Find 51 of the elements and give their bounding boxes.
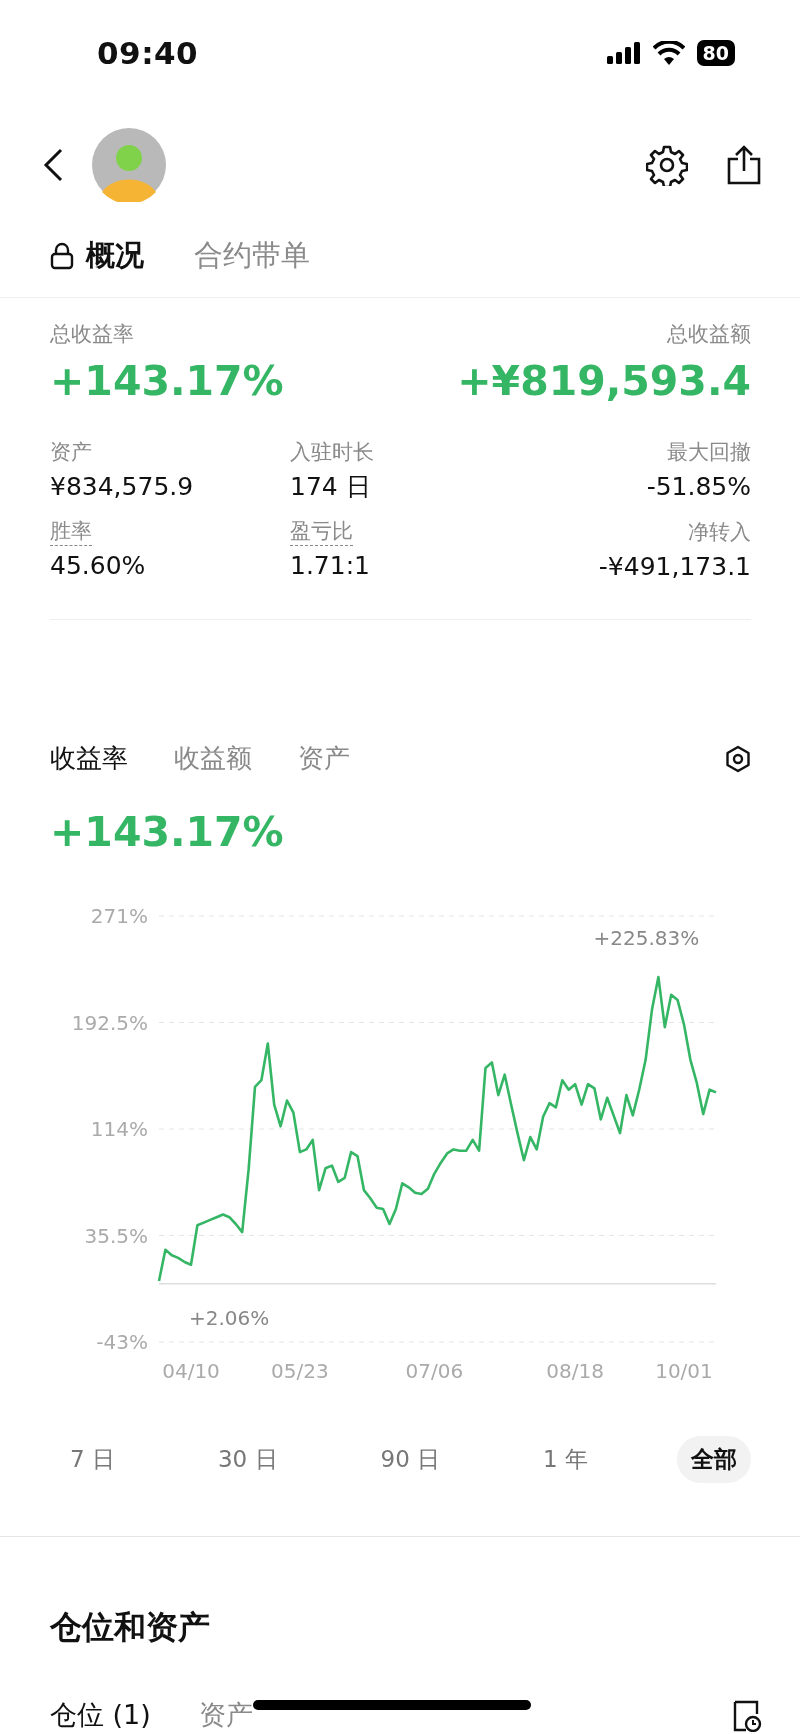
stat-label: 净转入 [688, 519, 751, 546]
stat-label[interactable]: 胜率 [50, 517, 92, 546]
calendar-clock-icon[interactable] [732, 1698, 762, 1732]
period-option[interactable]: 90 日 [366, 1436, 455, 1483]
stat-value: ¥834,575.9 [50, 471, 195, 503]
period-option[interactable]: 30 日 [203, 1436, 292, 1483]
total-return-rate: +143.17% [50, 356, 284, 407]
axis-label: 192.5% [71, 1010, 148, 1035]
tab[interactable]: 概况 [50, 236, 144, 276]
stat-value: -51.85% [645, 471, 751, 503]
settings-icon[interactable] [725, 744, 751, 773]
stat-label: 资产 [50, 439, 92, 466]
chart-tab[interactable]: 资产 [298, 741, 350, 776]
signal-icon [606, 41, 641, 64]
stat-value: -¥491,173.1 [598, 551, 751, 583]
stat-label: 总收益额 [666, 321, 751, 348]
chart-annotation: +225.83% [593, 926, 700, 951]
chart-tab[interactable]: 收益率 [50, 741, 128, 776]
back-icon[interactable] [42, 148, 64, 182]
axis-label: -43% [96, 1330, 148, 1354]
status-time: 09:40 [97, 34, 199, 71]
period-option[interactable]: 7 日 [56, 1436, 129, 1483]
stat-value: 174 日 [290, 471, 372, 503]
settings-icon[interactable] [646, 144, 688, 186]
axis-label: 05/23 [271, 1359, 329, 1383]
period-option[interactable]: 1 年 [529, 1436, 602, 1483]
axis-label: 04/10 [162, 1359, 220, 1383]
axis-label: 10/01 [655, 1359, 713, 1383]
position-tab[interactable]: 资产 [198, 1697, 253, 1733]
stat-value: 45.60% [50, 550, 147, 582]
total-return-amount: +¥819,593.4 [457, 356, 751, 407]
battery-icon: 80 [696, 39, 735, 66]
axis-label: 271% [90, 904, 148, 928]
stat-label: 入驻时长 [290, 439, 374, 466]
stat-value: 1.71:1 [290, 550, 371, 582]
tab[interactable]: 合约带单 [194, 236, 310, 276]
axis-label: 08/18 [546, 1359, 604, 1383]
axis-label: 35.5% [84, 1223, 148, 1248]
period-option[interactable]: 全部 [677, 1436, 751, 1483]
stat-label[interactable]: 盈亏比 [290, 517, 353, 546]
wifi-icon [652, 40, 685, 65]
current-return: +143.17% [50, 807, 285, 858]
stat-label: 最大回撤 [667, 439, 751, 466]
chart-annotation: +2.06% [189, 1305, 270, 1330]
axis-label: 07/06 [405, 1359, 464, 1383]
share-icon[interactable] [726, 145, 762, 185]
axis-label: 114% [90, 1117, 148, 1141]
chart-tab[interactable]: 收益额 [174, 741, 252, 776]
position-tab[interactable]: 仓位 (1) [50, 1697, 151, 1733]
stat-label: 总收益率 [50, 321, 135, 348]
section-title: 仓位和资产 [50, 1607, 211, 1648]
